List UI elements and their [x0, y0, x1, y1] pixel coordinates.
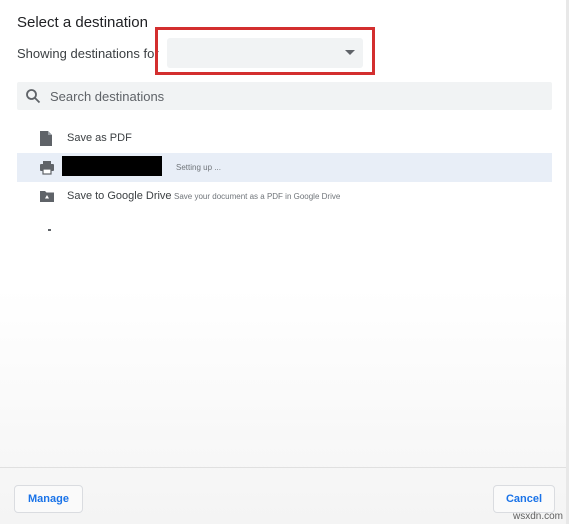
footer-divider: [0, 467, 566, 468]
red-highlight-annotation: [155, 27, 375, 75]
loading-indicator: [48, 229, 51, 231]
google-drive-folder-icon: [40, 191, 54, 202]
printer-icon: [40, 161, 54, 175]
select-destination-dialog: Select a destination Showing destination…: [0, 0, 566, 524]
cancel-button[interactable]: Cancel: [493, 485, 555, 513]
manage-button[interactable]: Manage: [14, 485, 83, 513]
destination-list: Save as PDF Setting up ... Save to Googl…: [17, 124, 552, 211]
dialog-title: Select a destination: [17, 14, 148, 31]
search-bar[interactable]: [17, 82, 552, 110]
watermark-text: wsxdn.com: [512, 511, 563, 522]
destination-save-as-pdf[interactable]: Save as PDF: [17, 124, 552, 153]
showing-destinations-label: Showing destinations for: [17, 46, 159, 61]
destination-printer[interactable]: Setting up ...: [17, 153, 552, 182]
destination-google-drive[interactable]: Save to Google Drive Save your document …: [17, 182, 552, 211]
destination-name: Save to Google Drive: [67, 190, 172, 202]
printer-status: Setting up ...: [176, 163, 221, 172]
search-icon: [26, 89, 41, 104]
pdf-file-icon: [40, 131, 52, 146]
search-input[interactable]: [50, 82, 545, 110]
destination-description: Save your document as a PDF in Google Dr…: [174, 192, 341, 201]
redacted-printer-name: [62, 156, 162, 176]
destination-name: Save as PDF: [67, 132, 132, 144]
